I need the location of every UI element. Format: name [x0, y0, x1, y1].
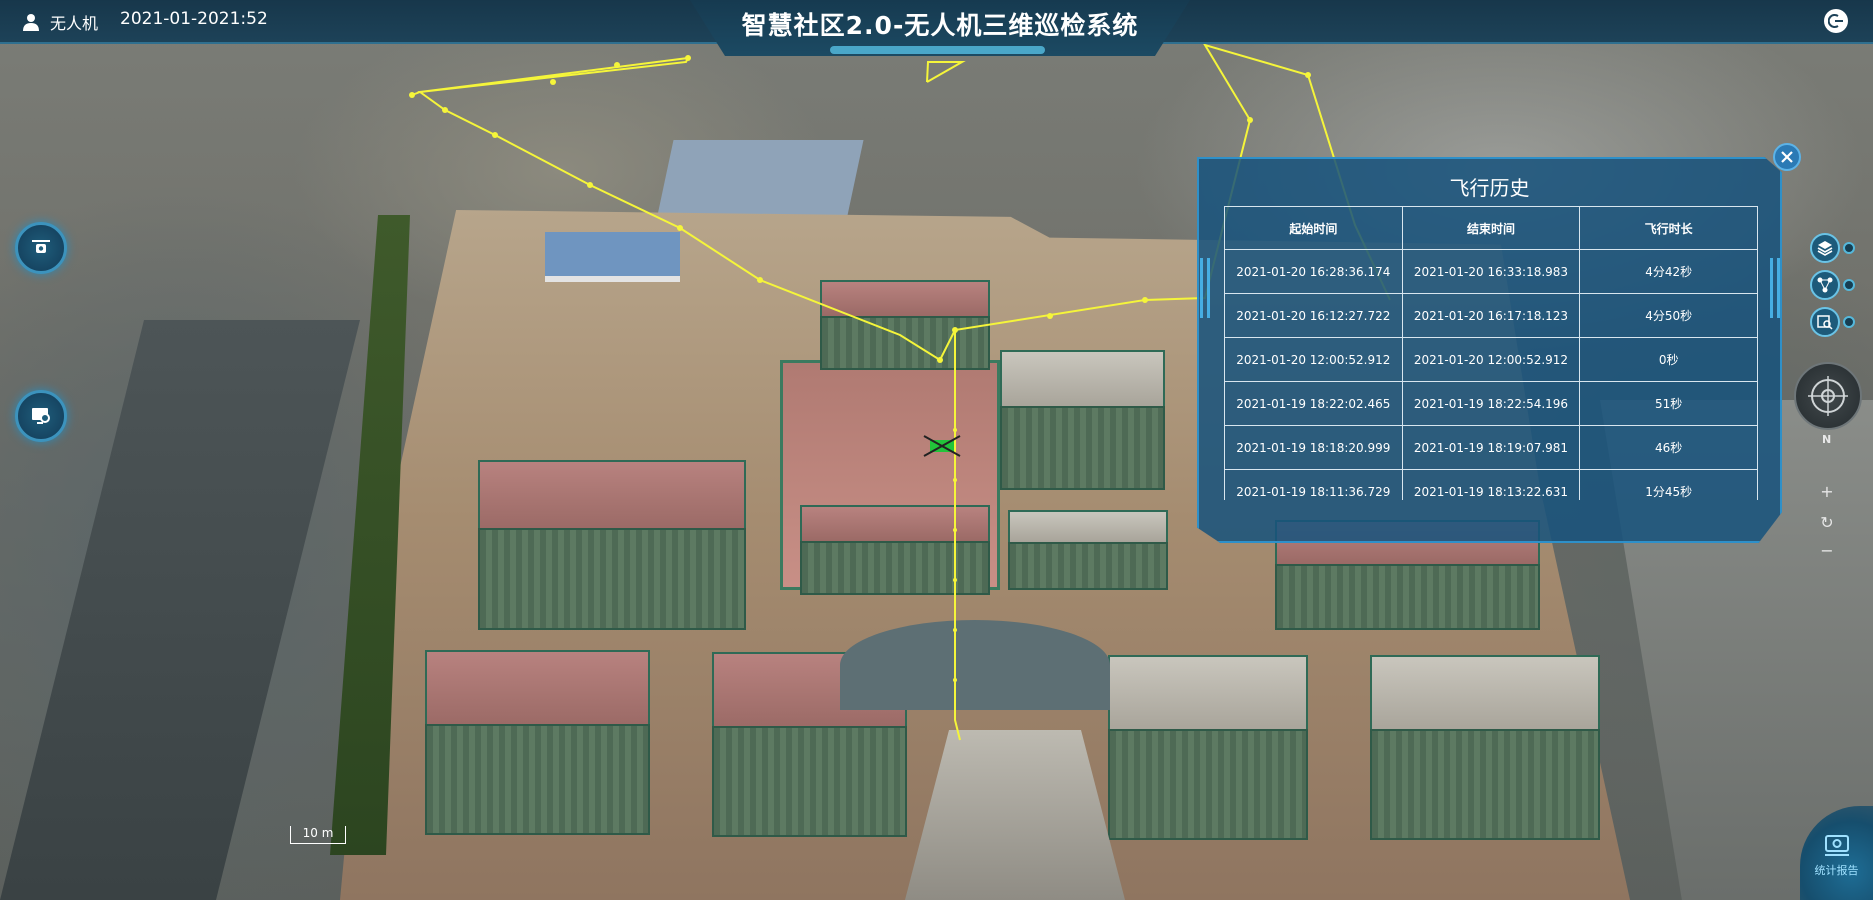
flight-history-table-wrap[interactable]: 起始时间 结束时间 飞行时长 2021-01-20 16:28:36.174 2… [1224, 206, 1758, 500]
start-time-cell: 2021-01-19 18:18:20.999 [1224, 425, 1403, 470]
user-info[interactable]: 无人机 [22, 10, 98, 34]
table-row[interactable]: 2021-01-20 12:00:52.912 2021-01-20 12:00… [1224, 337, 1758, 382]
logout-button[interactable] [1824, 9, 1848, 33]
start-time-cell: 2021-01-20 16:12:27.722 [1224, 293, 1403, 338]
table-row[interactable]: 2021-01-19 18:11:36.729 2021-01-19 18:13… [1224, 469, 1758, 500]
network-indicator [1843, 279, 1855, 291]
table-header-row: 起始时间 结束时间 飞行时长 [1224, 206, 1758, 250]
user-label: 无人机 [50, 14, 99, 33]
start-time-cell: 2021-01-20 16:28:36.174 [1224, 249, 1403, 294]
column-header-end[interactable]: 结束时间 [1401, 206, 1581, 250]
monitor-icon [32, 408, 50, 424]
search-map-indicator [1843, 316, 1855, 328]
logout-icon [1828, 14, 1843, 28]
drone-camera-button[interactable] [15, 222, 67, 274]
compass-north-label: N [1822, 433, 1832, 446]
end-time-cell: 2021-01-19 18:19:07.981 [1401, 425, 1581, 470]
start-time-cell: 2021-01-20 12:00:52.912 [1224, 337, 1403, 382]
compass-icon [1808, 376, 1848, 416]
reset-view-button[interactable]: ↻ [1815, 512, 1839, 534]
close-icon [1781, 151, 1793, 163]
zoom-in-button[interactable]: + [1815, 481, 1839, 503]
report-label: 统计报告 [1814, 864, 1859, 877]
duration-cell: 4分50秒 [1579, 293, 1758, 338]
zoom-out-button[interactable]: − [1815, 540, 1839, 562]
report-icon [1824, 835, 1849, 856]
flight-history-table: 起始时间 结束时间 飞行时长 2021-01-20 16:28:36.174 2… [1224, 206, 1758, 500]
end-time-cell: 2021-01-19 18:22:54.196 [1401, 381, 1581, 426]
compass-control[interactable] [1794, 362, 1862, 430]
duration-cell: 0秒 [1579, 337, 1758, 382]
end-time-cell: 2021-01-20 16:33:18.983 [1401, 249, 1581, 294]
panel-side-decoration [1770, 258, 1780, 318]
search-map-button[interactable] [1810, 307, 1840, 337]
column-header-start[interactable]: 起始时间 [1224, 206, 1403, 250]
layers-icon [1817, 241, 1833, 256]
panel-title: 飞行历史 [1449, 176, 1530, 200]
table-row[interactable]: 2021-01-19 18:22:02.465 2021-01-19 18:22… [1224, 381, 1758, 426]
duration-cell: 4分42秒 [1579, 249, 1758, 294]
end-time-cell: 2021-01-19 18:13:22.631 [1401, 469, 1581, 500]
table-row[interactable]: 2021-01-19 18:18:20.999 2021-01-19 18:19… [1224, 425, 1758, 470]
network-button[interactable] [1810, 270, 1840, 300]
drone-camera-icon [32, 240, 50, 253]
page-title: 智慧社区2.0-无人机三维巡检系统 [741, 11, 1139, 40]
network-icon [1817, 277, 1833, 293]
duration-cell: 51秒 [1579, 381, 1758, 426]
scale-bar: 10 m [290, 826, 346, 844]
start-time-cell: 2021-01-19 18:22:02.465 [1224, 381, 1403, 426]
current-datetime: 2021-01-2021:52 [120, 9, 268, 29]
flight-path-line [926, 61, 966, 83]
duration-cell: 1分45秒 [1579, 469, 1758, 500]
table-row[interactable]: 2021-01-20 16:12:27.722 2021-01-20 16:17… [1224, 293, 1758, 338]
end-time-cell: 2021-01-20 12:00:52.912 [1401, 337, 1581, 382]
title-accent-bar [830, 46, 1045, 54]
layers-button[interactable] [1810, 233, 1840, 263]
search-map-icon [1817, 315, 1833, 330]
duration-cell: 46秒 [1579, 425, 1758, 470]
monitor-button[interactable] [15, 390, 67, 442]
column-header-duration[interactable]: 飞行时长 [1579, 206, 1758, 250]
panel-side-decoration [1200, 258, 1210, 318]
table-row[interactable]: 2021-01-20 16:28:36.174 2021-01-20 16:33… [1224, 249, 1758, 294]
end-time-cell: 2021-01-20 16:17:18.123 [1401, 293, 1581, 338]
user-icon [23, 14, 39, 31]
close-panel-button[interactable] [1773, 143, 1801, 171]
start-time-cell: 2021-01-19 18:11:36.729 [1224, 469, 1403, 500]
layers-indicator [1843, 242, 1855, 254]
